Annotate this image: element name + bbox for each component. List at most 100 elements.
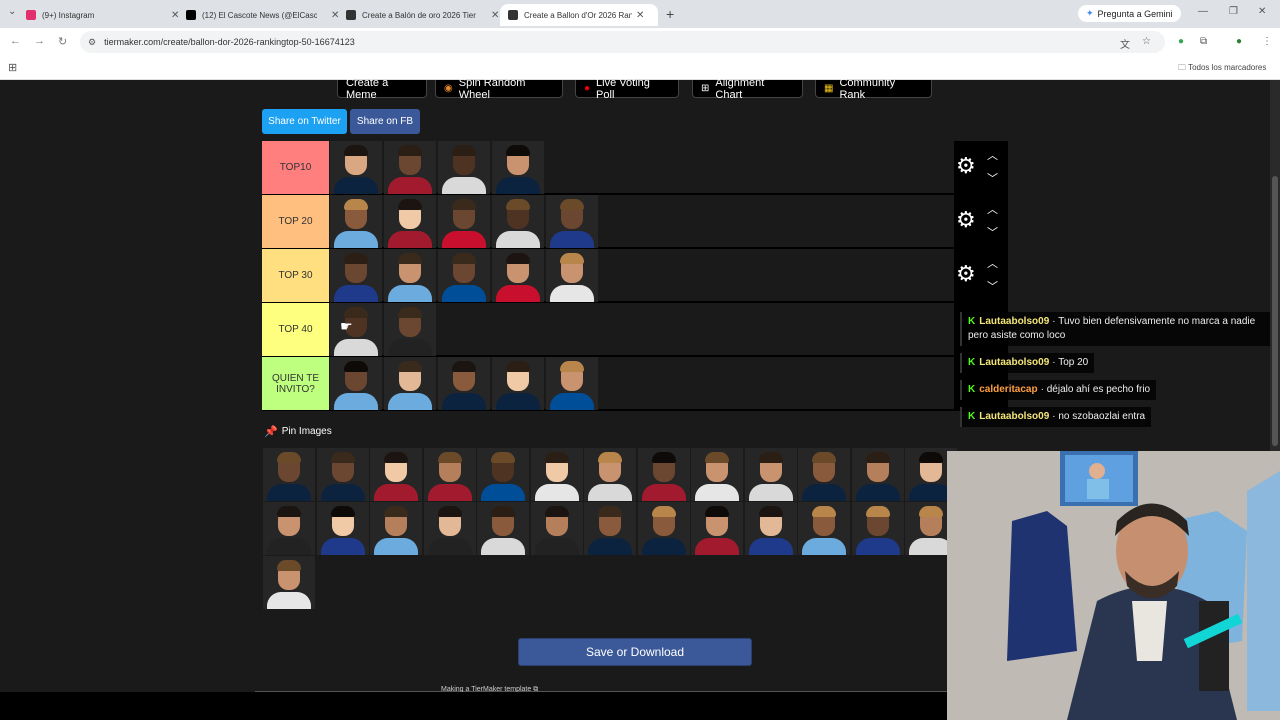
player-portrait[interactable] (330, 141, 382, 194)
save-download-button[interactable]: Save or Download (518, 638, 752, 666)
settings-gear-icon[interactable]: ⚙ (956, 155, 976, 177)
tab-tiermaker-active[interactable]: Create a Ballon d'Or 2026 Rank ✕ (500, 4, 658, 26)
player-portrait[interactable] (492, 195, 544, 248)
player-portrait[interactable] (263, 448, 315, 501)
player-portrait[interactable] (438, 357, 490, 410)
all-bookmarks[interactable]: 🗀 Todos los marcadores (1178, 62, 1266, 76)
share-twitter-button[interactable]: Share on Twitter (262, 109, 347, 134)
new-tab-icon[interactable]: + (666, 6, 674, 22)
player-portrait[interactable] (438, 141, 490, 194)
minimize-icon[interactable]: — (1198, 6, 1208, 17)
player-portrait[interactable] (798, 448, 850, 501)
community-rank-button[interactable]: ▦ Community Rank (815, 77, 932, 101)
player-portrait[interactable] (330, 249, 382, 302)
player-portrait[interactable] (691, 448, 743, 501)
tier-label[interactable]: QUIEN TE INVITO? (262, 357, 329, 410)
gemini-button[interactable]: ✦ Pregunta a Gemini (1078, 5, 1181, 22)
player-portrait[interactable] (384, 249, 436, 302)
move-down-icon[interactable]: ﹀ (987, 224, 998, 240)
player-portrait[interactable] (384, 303, 436, 356)
player-portrait[interactable] (438, 249, 490, 302)
tier-label[interactable]: TOP10 (262, 141, 329, 194)
move-down-icon[interactable]: ﹀ (987, 170, 998, 186)
share-fb-button[interactable]: Share on FB (350, 109, 420, 134)
alignment-chart-button[interactable]: ⊞ Alignment Chart (692, 77, 803, 101)
tab-search-icon[interactable]: ⌄ (8, 6, 16, 17)
player-portrait[interactable] (546, 195, 598, 248)
scrollbar-thumb[interactable] (1272, 176, 1278, 446)
tab-instagram[interactable]: (9+) Instagram ✕ (26, 4, 179, 26)
player-portrait[interactable] (546, 249, 598, 302)
player-portrait[interactable] (263, 502, 315, 555)
spin-wheel-button[interactable]: ◉ Spin Random Wheel (435, 77, 563, 101)
close-icon[interactable]: ✕ (171, 10, 179, 21)
tab-twitter[interactable]: (12) El Cascote News (@ElCascote ✕ (186, 4, 339, 26)
bookmark-star-icon[interactable]: ☆ (1142, 36, 1151, 47)
player-portrait[interactable] (330, 357, 382, 410)
settings-gear-icon[interactable]: ⚙ (956, 263, 976, 285)
site-info-icon[interactable]: ⚙ (88, 37, 96, 48)
player-portrait[interactable] (316, 502, 369, 555)
live-poll-button[interactable]: ● Live Voting Poll (575, 77, 679, 101)
tier-label[interactable]: TOP 20 (262, 195, 329, 248)
player-portrait[interactable] (370, 502, 422, 555)
player-portrait[interactable] (851, 502, 904, 555)
player-portrait[interactable] (316, 448, 369, 501)
move-down-icon[interactable]: ﹀ (987, 278, 998, 294)
player-portrait[interactable] (423, 448, 476, 501)
player-portrait[interactable] (691, 502, 743, 555)
player-portrait[interactable] (477, 448, 529, 501)
player-portrait[interactable] (263, 556, 315, 609)
close-icon[interactable]: ✕ (491, 10, 499, 21)
tier-label[interactable]: TOP 30 (262, 249, 329, 302)
tier-row: TOP 20 ⚙ ︿ ﹀ (262, 195, 1008, 248)
translate-icon[interactable]: 文 (1120, 36, 1130, 51)
apps-grid-icon[interactable]: ⊞ (8, 61, 17, 74)
player-portrait[interactable] (492, 249, 544, 302)
player-portrait[interactable] (744, 502, 797, 555)
player-portrait[interactable] (530, 448, 583, 501)
settings-gear-icon[interactable]: ⚙ (956, 209, 976, 231)
url-field[interactable]: ⚙ tiermaker.com/create/ballon-dor-2026-r… (80, 31, 1165, 53)
player-portrait[interactable] (492, 141, 544, 194)
player-portrait[interactable] (438, 195, 490, 248)
profile-avatar-icon[interactable]: ● (1236, 36, 1242, 47)
player-portrait[interactable] (744, 448, 797, 501)
extension-green-icon[interactable]: ● (1178, 36, 1184, 47)
player-portrait[interactable] (330, 303, 382, 356)
player-portrait[interactable] (546, 357, 598, 410)
move-up-icon[interactable]: ︿ (987, 255, 998, 271)
player-portrait[interactable] (384, 357, 436, 410)
player-portrait[interactable] (530, 502, 583, 555)
close-icon[interactable]: ✕ (331, 10, 339, 21)
tier-items (330, 357, 600, 410)
player-portrait[interactable] (384, 195, 436, 248)
maximize-icon[interactable]: ❐ (1229, 6, 1238, 17)
player-portrait[interactable] (584, 502, 636, 555)
move-up-icon[interactable]: ︿ (987, 201, 998, 217)
player-portrait[interactable] (584, 448, 636, 501)
player-portrait[interactable] (851, 448, 904, 501)
player-portrait[interactable] (423, 502, 476, 555)
player-portrait[interactable] (384, 141, 436, 194)
create-meme-button[interactable]: Create a Meme (337, 77, 427, 101)
tier-label[interactable]: TOP 40 (262, 303, 329, 356)
back-icon[interactable]: ← (10, 35, 21, 47)
window-close-icon[interactable]: ✕ (1258, 6, 1266, 17)
pin-images-toggle[interactable]: 📌 Pin Images (264, 425, 332, 438)
player-portrait[interactable] (370, 448, 422, 501)
player-portrait[interactable] (798, 502, 850, 555)
reload-icon[interactable]: ↻ (58, 35, 67, 48)
player-portrait[interactable] (637, 502, 690, 555)
player-portrait[interactable] (477, 502, 529, 555)
player-portrait[interactable] (637, 448, 690, 501)
x-logo-icon (186, 10, 196, 20)
player-portrait[interactable] (492, 357, 544, 410)
extensions-puzzle-icon[interactable]: ⧉ (1200, 36, 1207, 47)
move-up-icon[interactable]: ︿ (987, 147, 998, 163)
forward-icon[interactable]: → (34, 35, 45, 47)
player-portrait[interactable] (330, 195, 382, 248)
menu-kebab-icon[interactable]: ⋮ (1262, 36, 1272, 47)
tab-tiermaker-1[interactable]: Create a Balón de oro 2026 Tier ✕ (346, 4, 499, 26)
close-icon[interactable]: ✕ (636, 10, 644, 21)
